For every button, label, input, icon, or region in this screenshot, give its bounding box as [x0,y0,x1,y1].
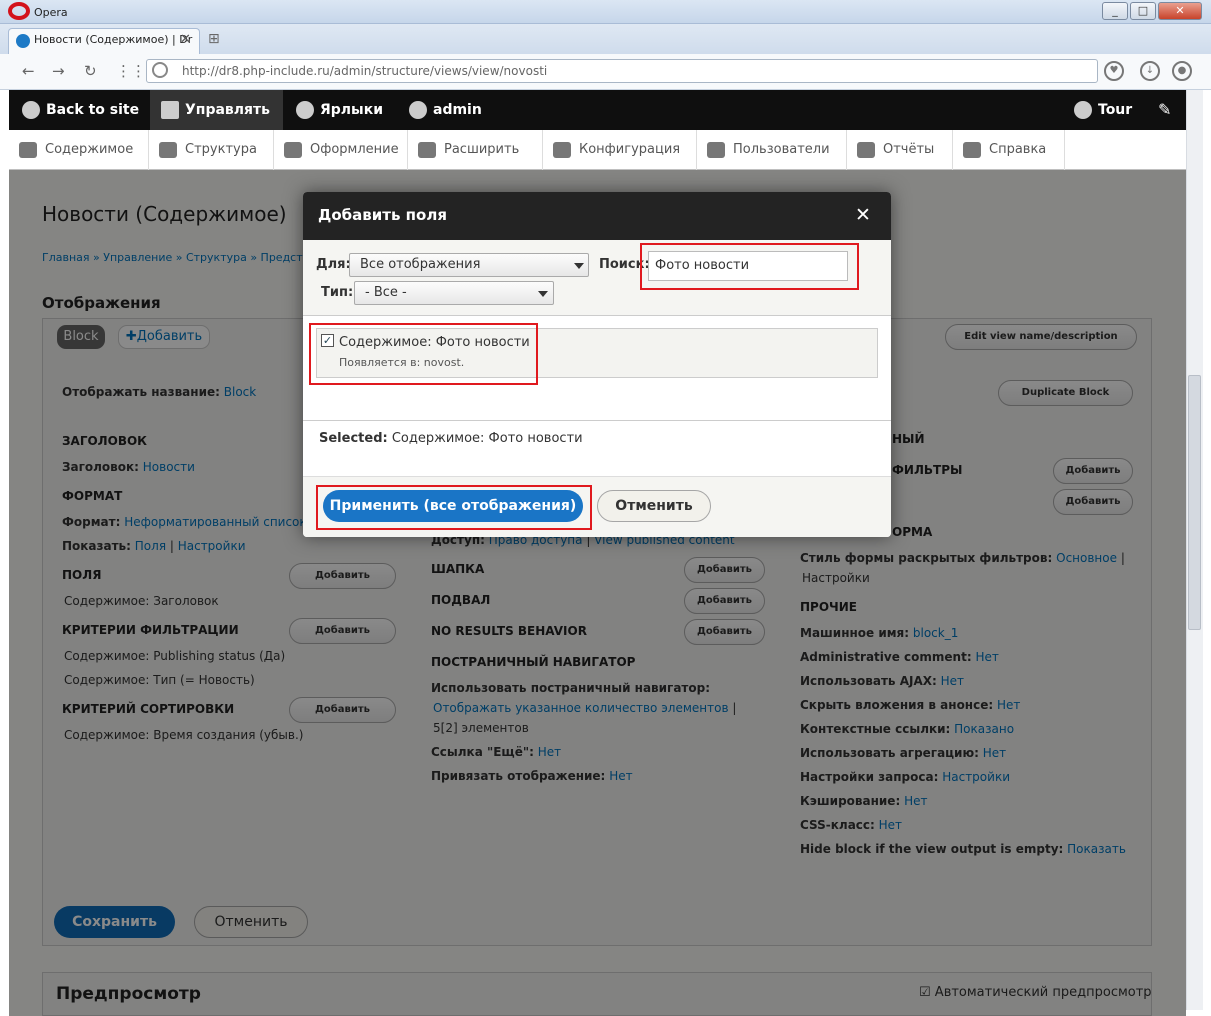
close-tab-icon[interactable]: ✕ [180,32,191,47]
speed-dial-icon[interactable]: ⋮⋮ [116,62,146,80]
apply-highlight [316,485,592,530]
content-icon [19,141,37,158]
selected-area [303,420,891,476]
tray-item-appearance[interactable]: Оформление [274,130,408,170]
extend-icon [418,141,436,158]
toolbar-shortcuts[interactable]: Ярлыки [296,90,383,130]
tray-label: Содержимое [45,142,134,157]
app-name: Opera [34,6,68,19]
window-titlebar [0,0,1211,24]
toolbar-user[interactable]: admin [409,90,482,130]
download-icon[interactable]: ↓ [1140,61,1160,81]
tray-item-extend[interactable]: Расширить [408,130,543,170]
shortcuts-label: Ярлыки [320,102,384,118]
user-icon [409,101,427,119]
tray-label: Структура [185,142,257,157]
maximize-button[interactable]: □ [1130,2,1156,20]
tray-label: Расширить [444,142,520,157]
chevron-down-icon [574,263,584,269]
menu-icon [161,101,179,119]
back-to-site-link[interactable]: Back to site [22,90,139,130]
for-select-value: Все отображения [360,257,481,272]
edit-pencil-icon[interactable]: ✎ [1158,90,1171,130]
type-label: Тип: [321,285,354,300]
manage-label: Управлять [185,102,271,118]
tray-label: Отчёты [883,142,935,157]
selected-value: Содержимое: Фото новости [391,431,583,446]
tray-label: Конфигурация [579,142,681,157]
selected-row: Selected: Содержимое: Фото новости [319,431,583,446]
back-to-site-label: Back to site [46,102,140,118]
tray-item-content[interactable]: Содержимое [9,130,149,170]
tray-label: Справка [989,142,1047,157]
new-tab-icon[interactable]: ⊞ [208,31,220,47]
user-label: admin [433,102,482,118]
dialog-title: Добавить поля [318,206,447,224]
tray-item-help[interactable]: Справка [953,130,1065,170]
structure-icon [159,141,177,158]
type-select-value: - Все - [365,285,407,300]
tray-label: Оформление [310,142,399,157]
tray-item-structure[interactable]: Структура [149,130,274,170]
selected-label: Selected: [319,431,388,446]
minimize-button[interactable]: _ [1102,2,1128,20]
toolbar-manage[interactable]: Управлять [161,90,270,130]
tray-item-people[interactable]: Пользователи [697,130,847,170]
tray-item-reports[interactable]: Отчёты [847,130,953,170]
tray-item-config[interactable]: Конфигурация [543,130,697,170]
reports-icon [857,141,875,158]
people-icon [707,141,725,158]
appearance-icon [284,141,302,158]
forward-icon[interactable]: → [52,62,65,80]
opera-logo-icon [8,2,30,20]
for-select[interactable]: Все отображения [349,253,589,277]
wrench-icon [553,141,571,158]
star-icon [296,101,314,119]
bookmark-heart-icon[interactable]: ♥ [1104,61,1124,81]
tab-title: Новости (Содержимое) | Dr [34,33,193,46]
back-arrow-icon [22,101,40,119]
dialog-cancel-button[interactable]: Отменить [597,490,711,522]
tour-label: Tour [1098,102,1133,118]
toolbar-tour[interactable]: Tour [1074,90,1132,130]
search-highlight [640,243,859,290]
help-circle-icon [963,141,981,158]
reload-icon[interactable]: ↻ [84,62,97,80]
result-highlight [309,323,538,385]
back-icon[interactable]: ← [22,62,35,80]
scrollbar-thumb[interactable] [1188,375,1201,630]
url-text[interactable]: http://dr8.php-include.ru/admin/structur… [182,64,547,78]
for-label: Для: [316,257,351,272]
drupal-favicon-icon [16,34,30,48]
chevron-down-icon [538,291,548,297]
tray-label: Пользователи [733,142,830,157]
site-info-icon[interactable] [152,62,168,78]
type-select[interactable]: - Все - [354,281,554,305]
close-window-button[interactable]: ✕ [1158,2,1202,20]
account-icon[interactable]: ● [1172,61,1192,81]
help-icon [1074,101,1092,119]
dialog-close-icon[interactable]: ✕ [855,204,871,226]
